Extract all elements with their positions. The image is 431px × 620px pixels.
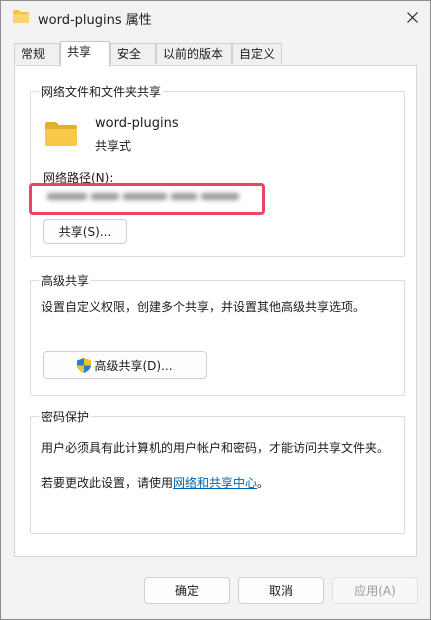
network-sharing-group: 网络文件和文件夹共享 word-plugins 共享式 网络路径(N): 共享(…: [30, 83, 405, 257]
network-sharing-title: 网络文件和文件夹共享: [39, 83, 164, 100]
folder-icon: [13, 10, 29, 23]
sharing-panel: 网络文件和文件夹共享 word-plugins 共享式 网络路径(N): 共享(…: [14, 65, 417, 557]
share-button[interactable]: 共享(S)...: [43, 219, 127, 244]
tab-sharing[interactable]: 共享: [60, 41, 110, 66]
advanced-sharing-title: 高级共享: [39, 272, 92, 289]
advanced-sharing-button[interactable]: 高级共享(D)...: [43, 351, 207, 379]
network-sharing-center-link[interactable]: 网络和共享中心: [173, 476, 257, 490]
ok-button[interactable]: 确定: [144, 577, 230, 604]
close-icon: [406, 11, 418, 23]
redaction-highlight-box: [29, 183, 265, 215]
advanced-sharing-group: 高级共享 设置自定义权限，创建多个共享，并设置其他高级共享选项。 高级共享(D)…: [30, 272, 405, 396]
apply-button[interactable]: 应用(A): [332, 577, 418, 604]
title-bar[interactable]: word-plugins 属性: [1, 1, 430, 33]
tab-customize[interactable]: 自定义: [232, 43, 282, 64]
password-protection-title: 密码保护: [39, 408, 92, 425]
close-button[interactable]: [400, 5, 424, 29]
password-change-instruction: 若要更改此设置，请使用网络和共享中心。: [41, 476, 270, 490]
shared-folder-name: word-plugins: [95, 116, 179, 131]
window-title: word-plugins 属性: [38, 13, 152, 28]
tab-previous-versions[interactable]: 以前的版本: [156, 43, 232, 64]
cancel-button[interactable]: 取消: [238, 577, 324, 604]
share-status: 共享式: [95, 139, 132, 153]
tab-security[interactable]: 安全: [110, 43, 156, 64]
uac-shield-icon: [77, 357, 92, 373]
folder-large-icon: [45, 122, 77, 146]
advanced-sharing-description: 设置自定义权限，创建多个共享，并设置其他高级共享选项。: [41, 300, 366, 314]
password-protection-group: 密码保护 用户必须具有此计算机的用户帐户和密码，才能访问共享文件夹。 若要更改此…: [30, 408, 405, 534]
properties-dialog: word-plugins 属性 常规 共享 安全 以前的版本 自定义 网络文件和…: [0, 0, 431, 620]
password-protection-description: 用户必须具有此计算机的用户帐户和密码，才能访问共享文件夹。: [41, 441, 390, 455]
tab-general[interactable]: 常规: [14, 43, 60, 64]
